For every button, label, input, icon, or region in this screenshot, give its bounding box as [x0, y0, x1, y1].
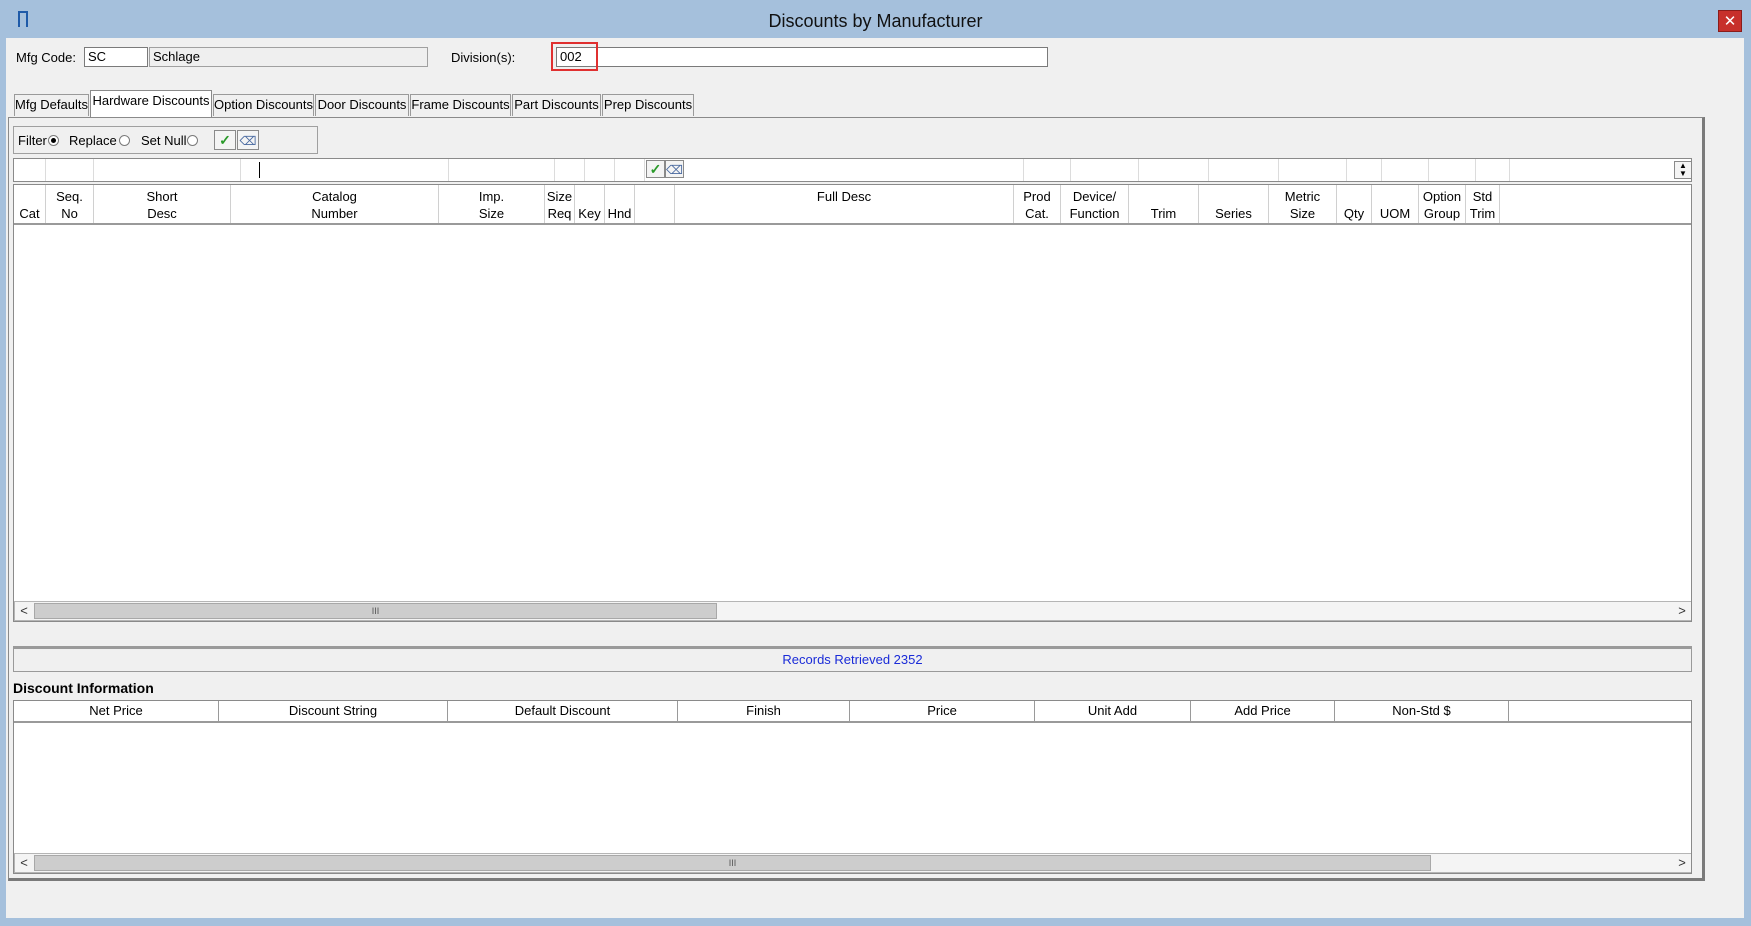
- row-clear-button[interactable]: ⌫: [665, 160, 684, 178]
- filter-mode-group: Filter Replace Set Null ✓ ⌫: [13, 126, 318, 154]
- hardware-grid[interactable]: Cat Seq. No Short Desc Catalog Number Imp. S…: [13, 184, 1692, 622]
- tab-prep-discounts[interactable]: Prep Discounts: [602, 94, 694, 116]
- discount-info-header: Net Price Discount String Default Discou…: [14, 701, 1691, 723]
- scroll-left-icon[interactable]: <: [15, 854, 33, 872]
- hardware-discounts-panel: Filter Replace Set Null ✓ ⌫ ✓ ⌫ ▲ ▼ Cat …: [8, 117, 1705, 881]
- filter-cell-prod-cat[interactable]: [1024, 159, 1071, 181]
- mfg-code-field[interactable]: SC: [84, 47, 148, 67]
- tab-door-discounts[interactable]: Door Discounts: [315, 94, 409, 116]
- hardware-grid-header: Cat Seq. No Short Desc Catalog Number Imp. S…: [14, 185, 1691, 225]
- col-header-non-std[interactable]: Non-Std $: [1335, 701, 1509, 721]
- filter-cell-option-group[interactable]: [1429, 159, 1476, 181]
- discount-grid-hscrollbar[interactable]: < III >: [14, 853, 1691, 873]
- filter-cell-metric[interactable]: [1279, 159, 1347, 181]
- filter-cell-key[interactable]: [585, 159, 615, 181]
- mfg-name-field: Schlage: [149, 47, 428, 67]
- col-header-catalog-number[interactable]: Catalog Number: [231, 185, 439, 223]
- filter-cell-seq[interactable]: [46, 159, 94, 181]
- replace-radio[interactable]: [119, 135, 130, 146]
- col-header-metric-size[interactable]: Metric Size: [1269, 185, 1337, 223]
- hardware-scroll-thumb[interactable]: III: [34, 603, 717, 619]
- col-header-cat[interactable]: Cat: [14, 185, 46, 223]
- filter-cell-size-req[interactable]: [555, 159, 585, 181]
- tab-frame-discounts[interactable]: Frame Discounts: [410, 94, 511, 116]
- col-header-hnd[interactable]: Hnd: [605, 185, 635, 223]
- text-cursor: [259, 162, 260, 178]
- check-icon: ✓: [649, 161, 662, 177]
- divisions-label: Division(s):: [451, 50, 516, 65]
- filter-cell-std-trim[interactable]: [1476, 159, 1510, 181]
- tab-mfg-defaults[interactable]: Mfg Defaults: [14, 94, 89, 116]
- clear-filter-button[interactable]: ⌫: [237, 130, 259, 150]
- eraser-icon: ⌫: [239, 134, 257, 148]
- col-header-std-trim[interactable]: Std Trim: [1466, 185, 1500, 223]
- col-header-prod-cat[interactable]: Prod Cat.: [1014, 185, 1061, 223]
- row-apply-button[interactable]: ✓: [646, 160, 665, 178]
- col-header-series[interactable]: Series: [1199, 185, 1269, 223]
- col-header-key[interactable]: Key: [575, 185, 605, 223]
- hardware-grid-hscrollbar[interactable]: < III >: [14, 601, 1691, 621]
- apply-filter-button[interactable]: ✓: [214, 130, 236, 150]
- title-bar: Discounts by Manufacturer ✕: [0, 0, 1751, 38]
- tab-option-discounts[interactable]: Option Discounts: [213, 94, 314, 116]
- app-window: Discounts by Manufacturer ✕ Mfg Code: SC…: [0, 0, 1751, 926]
- scroll-right-icon[interactable]: >: [1673, 854, 1691, 872]
- col-header-uom[interactable]: UOM: [1372, 185, 1419, 223]
- divisions-highlight-box: [551, 42, 598, 71]
- filter-cell-full-desc[interactable]: [685, 159, 1024, 181]
- col-header-net-price[interactable]: Net Price: [14, 701, 219, 721]
- mfg-code-label: Mfg Code:: [16, 50, 76, 65]
- divisions-field[interactable]: 002: [556, 47, 1048, 67]
- filter-cell-short-desc[interactable]: [94, 159, 241, 181]
- col-header-size-req[interactable]: Size Req: [545, 185, 575, 223]
- col-header-option-group[interactable]: Option Group: [1419, 185, 1466, 223]
- scroll-right-icon[interactable]: >: [1673, 602, 1691, 620]
- discount-scroll-thumb[interactable]: III: [34, 855, 1431, 871]
- col-header-price[interactable]: Price: [850, 701, 1035, 721]
- close-button[interactable]: ✕: [1718, 10, 1742, 32]
- tab-hardware-discounts[interactable]: Hardware Discounts: [90, 90, 212, 117]
- discount-info-grid[interactable]: Net Price Discount String Default Discou…: [13, 700, 1692, 874]
- scroll-left-icon[interactable]: <: [15, 602, 33, 620]
- set-null-label: Set Null: [141, 133, 187, 148]
- filter-cell-imp-size[interactable]: [449, 159, 555, 181]
- col-header-default-discount[interactable]: Default Discount: [448, 701, 678, 721]
- window-title: Discounts by Manufacturer: [768, 11, 983, 31]
- col-header-seq-no[interactable]: Seq. No: [46, 185, 94, 223]
- discount-info-title: Discount Information: [13, 680, 154, 696]
- col-header-unit-add[interactable]: Unit Add: [1035, 701, 1191, 721]
- filter-row-spinner[interactable]: ▲ ▼: [1674, 161, 1692, 179]
- col-header-add-price[interactable]: Add Price: [1191, 701, 1335, 721]
- records-status-bar: Records Retrieved 2352: [13, 646, 1692, 672]
- col-header-short-desc[interactable]: Short Desc: [94, 185, 231, 223]
- filter-cell-catalog[interactable]: [241, 159, 449, 181]
- col-header-finish[interactable]: Finish: [678, 701, 850, 721]
- filter-cell-cat[interactable]: [14, 159, 46, 181]
- client-area: Mfg Code: SC Schlage Division(s): 002 Mf…: [6, 38, 1744, 918]
- set-null-radio[interactable]: [187, 135, 198, 146]
- col-header-full-desc[interactable]: Full Desc: [675, 185, 1014, 223]
- check-icon: ✓: [219, 132, 231, 148]
- column-filter-row[interactable]: ✓ ⌫ ▲ ▼: [13, 158, 1692, 182]
- col-header-blank[interactable]: [635, 185, 675, 223]
- filter-cell-trim[interactable]: [1139, 159, 1209, 181]
- tab-part-discounts[interactable]: Part Discounts: [512, 94, 601, 116]
- col-header-trim[interactable]: Trim: [1129, 185, 1199, 223]
- filter-cell-device[interactable]: [1071, 159, 1139, 181]
- col-header-device-function[interactable]: Device/Function: [1061, 185, 1129, 223]
- col-header-imp-size[interactable]: Imp. Size: [439, 185, 545, 223]
- eraser-icon: ⌫: [666, 163, 683, 177]
- filter-cell-qty[interactable]: [1347, 159, 1382, 181]
- filter-radio[interactable]: [48, 135, 59, 146]
- filter-cell-uom[interactable]: [1382, 159, 1429, 181]
- col-header-discount-string[interactable]: Discount String: [219, 701, 448, 721]
- filter-label: Filter: [18, 133, 47, 148]
- col-header-qty[interactable]: Qty: [1337, 185, 1372, 223]
- filter-cell-series[interactable]: [1209, 159, 1279, 181]
- replace-label: Replace: [69, 133, 117, 148]
- filter-cell-hnd[interactable]: [615, 159, 645, 181]
